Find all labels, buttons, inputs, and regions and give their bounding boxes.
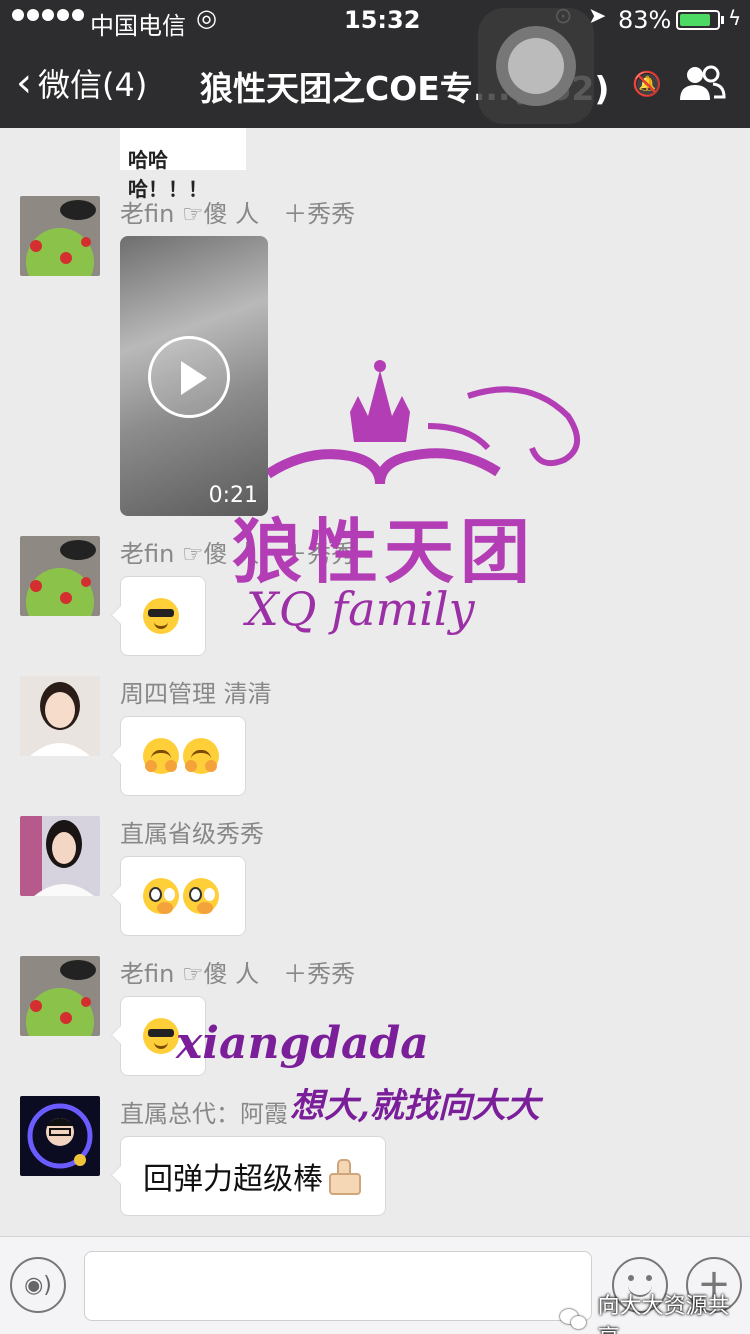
cool-emoji-icon bbox=[143, 598, 179, 634]
cool-emoji-icon bbox=[143, 1018, 179, 1054]
group-members-icon[interactable] bbox=[678, 64, 726, 104]
back-label: 微信(4) bbox=[38, 66, 148, 104]
battery-fill bbox=[680, 14, 710, 26]
avatar[interactable] bbox=[20, 196, 100, 276]
battery-tip bbox=[721, 16, 724, 24]
avatar-image bbox=[20, 956, 100, 1036]
wechat-logo-icon bbox=[560, 1309, 590, 1331]
status-bar: 中国电信 ◎ 15:32 ⊙ ➤ 83% ϟ bbox=[0, 0, 750, 40]
play-icon[interactable] bbox=[148, 336, 230, 418]
avatar[interactable] bbox=[20, 956, 100, 1036]
avatar[interactable] bbox=[20, 816, 100, 896]
sender-name: 老fin ☞傻 人 ＋秀秀 bbox=[120, 960, 356, 988]
message-input[interactable] bbox=[84, 1251, 592, 1321]
mute-bell-icon: 🔕 bbox=[632, 70, 662, 98]
message-bubble[interactable] bbox=[111, 996, 206, 1076]
thinking-emoji-icon bbox=[143, 878, 179, 914]
footer-watermark: 向大大资源共享 bbox=[560, 1288, 750, 1334]
footer-watermark-text: 向大大资源共享 bbox=[597, 1294, 730, 1334]
avatar[interactable] bbox=[20, 676, 100, 756]
chevron-left-icon: ‹ bbox=[16, 60, 32, 106]
message-bubble[interactable] bbox=[111, 856, 246, 936]
battery-percent: 83% bbox=[618, 6, 672, 34]
video-duration: 0:21 bbox=[208, 483, 258, 508]
back-button[interactable]: ‹ 微信(4) bbox=[16, 60, 147, 106]
charging-bolt-icon: ϟ bbox=[728, 6, 742, 30]
image-message-partial[interactable]: 哈哈哈！！！ bbox=[120, 128, 246, 201]
avatar-image bbox=[20, 676, 100, 756]
sender-name: 老fin ☞傻 人 ＋秀秀 bbox=[120, 200, 356, 228]
avatar[interactable] bbox=[20, 1096, 100, 1176]
sender-name: 直属总代：阿霞 bbox=[120, 1100, 288, 1128]
avatar-image bbox=[20, 196, 100, 276]
watermark-slogan: 想大,就找向大大 bbox=[290, 1086, 540, 1126]
avatar-image bbox=[20, 1096, 100, 1176]
video-message[interactable]: 0:21 bbox=[120, 236, 268, 516]
assistive-touch-dot bbox=[508, 38, 564, 94]
message-bubble[interactable]: 回弹力超级棒 bbox=[111, 1136, 386, 1216]
signal-dots-icon bbox=[12, 9, 84, 21]
message-bubble[interactable] bbox=[111, 716, 246, 796]
avatar[interactable] bbox=[20, 536, 100, 616]
message-text: 回弹力超级棒 bbox=[143, 1162, 323, 1197]
carrier-label: 中国电信 bbox=[90, 12, 186, 40]
message-bubble[interactable] bbox=[111, 576, 206, 656]
hug-emoji-icon bbox=[143, 738, 179, 774]
voice-icon[interactable]: ◉) bbox=[10, 1257, 66, 1313]
top-bar: 中国电信 ◎ 15:32 ⊙ ➤ 83% ϟ ‹ 微信(4) 狼性天团之COE专… bbox=[0, 0, 750, 128]
avatar-image bbox=[20, 536, 100, 616]
assistive-touch-button[interactable] bbox=[478, 8, 594, 124]
battery-icon bbox=[676, 10, 720, 30]
avatar-image bbox=[20, 816, 100, 896]
sender-name: 直属省级秀秀 bbox=[120, 820, 264, 848]
watermark-signature: xiangdada bbox=[176, 1018, 429, 1069]
thinking-emoji-icon bbox=[183, 878, 219, 914]
watermark-family: XQ family bbox=[246, 582, 475, 636]
nav-bar: ‹ 微信(4) 狼性天团之COE专...(252) 🔕 bbox=[0, 40, 750, 128]
sender-name: 周四管理 清清 bbox=[120, 680, 272, 708]
status-time: 15:32 bbox=[344, 6, 421, 34]
chat-area[interactable]: 哈哈哈！！！ 老fin ☞傻 人 ＋秀秀 0:21 老fin ☞傻 人 ＋秀秀 … bbox=[0, 128, 750, 1236]
hug-emoji-icon bbox=[183, 738, 219, 774]
wifi-icon: ◎ bbox=[196, 4, 217, 32]
watermark-crown-logo bbox=[268, 360, 580, 485]
sender-name: 老fin ☞傻 人 ＋秀秀 bbox=[120, 540, 356, 568]
thumbs-up-emoji-icon bbox=[325, 1157, 363, 1195]
